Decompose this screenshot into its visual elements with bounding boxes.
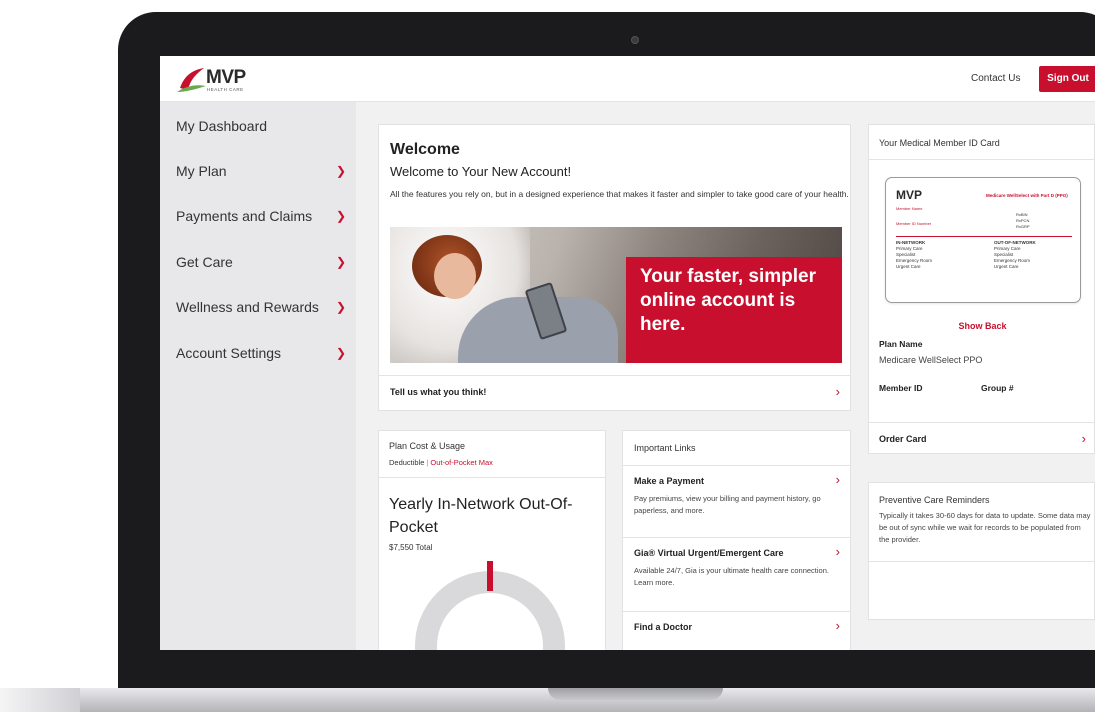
member-id-card-image[interactable]: MVP Medicare WellSelect with Part D (PPO… [885, 177, 1081, 303]
link-title: Make a Payment [634, 476, 705, 486]
member-id-card-panel: Your Medical Member ID Card MVP Medicare… [868, 124, 1095, 454]
plan-cost-card: Plan Cost & Usage Deductible | Out-of-Pock… [378, 430, 606, 650]
sidebar-item-label: Account Settings [176, 345, 282, 361]
sidebar-item-label: Get Care [176, 254, 233, 270]
in-network-label: IN-NETWORK [896, 240, 926, 245]
hero-text-panel: Your faster, simpler online account is h… [626, 257, 842, 363]
contact-us-link[interactable]: Contact Us [971, 73, 1020, 84]
link-title: Gia® Virtual Urgent/Emergent Care [634, 548, 784, 558]
chevron-down-icon: ❯ [335, 209, 346, 223]
logo-subtext: HEALTH CARE [207, 87, 244, 92]
laptop-hinge-notch [548, 688, 723, 700]
welcome-description: All the features you rely on, but in a d… [390, 189, 849, 199]
link-make-a-payment[interactable]: Make a Payment › Pay premiums, view your… [623, 465, 850, 537]
show-back-button[interactable]: Show Back [869, 321, 1095, 331]
link-gia-virtual-care[interactable]: Gia® Virtual Urgent/Emergent Care › Avai… [623, 537, 850, 611]
order-card-row[interactable]: Order Card › [869, 422, 1095, 455]
chevron-right-icon: › [835, 544, 840, 559]
divider [869, 159, 1095, 160]
hero-person-face [434, 253, 476, 299]
hero-banner-image: Your faster, simpler online account is h… [390, 227, 842, 363]
chevron-down-icon: ❯ [335, 346, 346, 360]
sidebar-item-my-dashboard[interactable]: My Dashboard [176, 118, 346, 134]
plan-name-label: Plan Name [879, 339, 923, 349]
important-links-title: Important Links [634, 443, 696, 453]
sidebar-item-label: My Plan [176, 163, 227, 179]
member-id-label: Member ID [879, 383, 923, 393]
reminders-description: Typically it takes 30-60 days for data t… [879, 511, 1091, 544]
sidebar-item-label: Payments and Claims [176, 208, 313, 224]
welcome-card: Welcome Welcome to Your New Account! All… [378, 124, 851, 411]
link-find-a-doctor[interactable]: Find a Doctor › [623, 611, 850, 650]
chevron-down-icon: ❯ [335, 300, 346, 314]
tab-out-of-pocket-max[interactable]: Out-of-Pocket Max [430, 458, 493, 467]
tab-separator: | [426, 458, 429, 467]
chevron-down-icon: ❯ [335, 255, 346, 269]
order-card-link: Order Card [879, 434, 927, 444]
sidebar-item-label: Wellness and Rewards [176, 299, 319, 315]
link-description: Available 24/7, Gia is your ultimate hea… [634, 566, 829, 587]
reminders-title: Preventive Care Reminders [879, 495, 990, 505]
out-of-network-label: OUT-OF-NETWORK [994, 240, 1036, 245]
divider [869, 561, 1095, 562]
tab-deductible[interactable]: Deductible [389, 458, 424, 467]
chevron-right-icon: › [1081, 431, 1086, 446]
top-header: MVP HEALTH CARE Contact Us Sign Out [160, 56, 1095, 102]
logo-text: MVP [206, 67, 246, 88]
id-card-plan-brand: Medicare WellSelect with Part D (PPO) [986, 193, 1068, 198]
id-card-member-id: Member ID Number [896, 221, 932, 226]
camera-icon [631, 36, 639, 44]
mvp-logo[interactable]: MVP HEALTH CARE [174, 62, 264, 96]
id-card-in-network: IN-NETWORK Primary Care Specialist Emerg… [896, 240, 932, 270]
id-card-title: Your Medical Member ID Card [879, 138, 1000, 148]
id-card-rx-line: RxGRP [1016, 224, 1030, 229]
sidebar-item-payments-and-claims[interactable]: Payments and Claims ❯ [176, 208, 346, 224]
welcome-subtitle: Welcome to Your New Account! [390, 164, 572, 179]
divider [379, 477, 605, 478]
plan-cost-total: $7,550 Total [389, 543, 433, 552]
id-card-rx-block: RxBIN RxPCN RxGRP [1016, 212, 1030, 230]
sidebar-item-my-plan[interactable]: My Plan ❯ [176, 163, 346, 179]
id-card-divider [896, 236, 1072, 237]
id-card-logo: MVP [896, 188, 923, 202]
plan-name-value: Medicare WellSelect PPO [879, 355, 983, 365]
feedback-link: Tell us what you think! [390, 387, 487, 397]
chevron-right-icon: › [835, 384, 840, 399]
chevron-right-icon: › [835, 618, 840, 633]
plan-cost-tabs: Deductible | Out-of-Pocket Max [389, 458, 493, 467]
chevron-right-icon: › [835, 472, 840, 487]
sidebar: My Dashboard My Plan ❯ Payments and Clai… [160, 102, 356, 650]
chevron-down-icon: ❯ [335, 164, 346, 178]
laptop-base-shade [0, 688, 80, 712]
plan-cost-title: Plan Cost & Usage [389, 441, 466, 451]
in-network-item: Urgent Care [896, 264, 921, 269]
id-card-member-name: Member Name [896, 206, 923, 211]
group-number-label: Group # [981, 383, 1014, 393]
sidebar-item-label: My Dashboard [176, 118, 268, 134]
usage-donut-progress [487, 561, 493, 591]
link-title: Find a Doctor [634, 622, 692, 632]
feedback-link-row[interactable]: Tell us what you think! › [379, 375, 850, 411]
plan-cost-heading: Yearly In-Network Out-Of-Pocket [389, 496, 573, 536]
laptop-base [0, 688, 1095, 712]
preventive-care-card: Preventive Care Reminders Typically it t… [868, 482, 1095, 620]
link-description: Pay premiums, view your billing and paym… [634, 494, 821, 515]
important-links-card: Important Links Make a Payment › Pay pre… [622, 430, 851, 650]
sidebar-item-account-settings[interactable]: Account Settings ❯ [176, 345, 346, 361]
sidebar-item-wellness-and-rewards[interactable]: Wellness and Rewards ❯ [176, 299, 346, 315]
sidebar-item-get-care[interactable]: Get Care ❯ [176, 254, 346, 270]
sign-out-button[interactable]: Sign Out [1039, 66, 1095, 92]
hero-text: Your faster, simpler online account is h… [640, 266, 816, 335]
out-of-network-item: Urgent Care [994, 264, 1019, 269]
screen: MVP HEALTH CARE Contact Us Sign Out My D… [160, 56, 1095, 650]
id-card-out-of-network: OUT-OF-NETWORK Primary Care Specialist E… [994, 240, 1036, 270]
welcome-title: Welcome [390, 141, 460, 158]
